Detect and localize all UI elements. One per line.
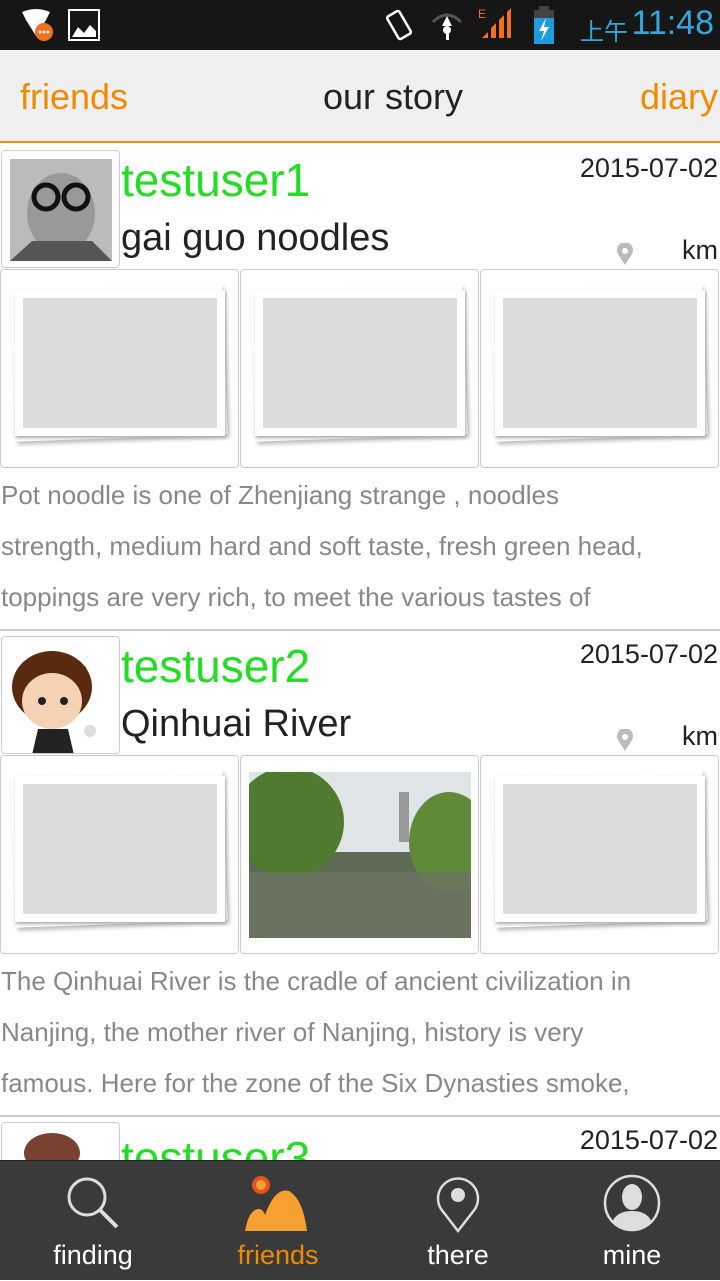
svg-text:E: E	[478, 7, 486, 21]
nav-label: finding	[53, 1240, 133, 1270]
clock: 11:48	[631, 4, 714, 42]
image-placeholder[interactable]	[480, 269, 719, 468]
username[interactable]: testuser2	[121, 643, 310, 689]
nav-finding[interactable]: finding	[3, 1161, 183, 1281]
image-placeholder[interactable]	[240, 269, 479, 468]
post-title: gai guo noodles	[121, 217, 390, 259]
avatar[interactable]	[1, 636, 120, 754]
image-placeholder[interactable]	[0, 755, 239, 954]
post-date: 2015-07-02	[579, 1125, 718, 1155]
image-row	[0, 755, 720, 954]
description-line: Pot noodle is one of Zhenjiang strange ,…	[1, 480, 559, 510]
ampm-label: 上午	[580, 19, 628, 46]
post-title: Qinhuai River	[121, 703, 352, 745]
post-description: The Qinhuai River is the cradle of ancie…	[1, 956, 720, 1109]
vibrate-icon	[385, 9, 413, 41]
wifi-icon	[431, 13, 463, 40]
description-line: Nanjing, the mother river of Nanjing, hi…	[1, 1017, 584, 1047]
post-description: Pot noodle is one of Zhenjiang strange ,…	[1, 470, 720, 623]
nav-friends[interactable]: friends	[188, 1161, 368, 1281]
nav-label: there	[427, 1240, 489, 1270]
description-line: famous. Here for the zone of the Six Dyn…	[1, 1068, 630, 1098]
battery-charging-icon	[534, 6, 554, 44]
location-pin-icon	[617, 243, 633, 265]
post-card[interactable]: testuser1 gai guo noodles 2015-07-02 km …	[0, 145, 720, 631]
image-row	[0, 269, 720, 468]
story-feed[interactable]: testuser1 gai guo noodles 2015-07-02 km …	[0, 145, 720, 1192]
distance: km	[682, 235, 718, 265]
river-photo[interactable]	[240, 755, 479, 954]
friends-tab-button[interactable]: friends	[20, 76, 128, 118]
top-bar: friends our story diary	[0, 50, 720, 143]
post-card[interactable]: testuser3 2015-07-02	[0, 1117, 720, 1192]
description-line: The Qinhuai River is the cradle of ancie…	[1, 966, 632, 996]
nav-label: friends	[237, 1240, 319, 1270]
status-bar: E 上午 11:48	[0, 0, 720, 50]
diary-button[interactable]: diary	[640, 76, 718, 118]
notification-app-icon	[22, 9, 53, 41]
page-title: our story	[323, 76, 464, 117]
location-pin-icon	[436, 1177, 480, 1234]
post-date: 2015-07-02	[579, 639, 718, 669]
friends-sun-hill-icon	[245, 1176, 307, 1231]
image-placeholder[interactable]	[0, 269, 239, 468]
nav-mine[interactable]: mine	[542, 1161, 720, 1281]
description-line: toppings are very rich, to meet the vari…	[1, 582, 591, 612]
image-notification-icon	[68, 9, 100, 41]
username[interactable]: testuser1	[121, 157, 310, 203]
post-date: 2015-07-02	[579, 153, 718, 183]
profile-icon	[603, 1174, 661, 1232]
location-pin-icon	[617, 729, 633, 751]
signal-icon: E	[478, 7, 511, 38]
image-placeholder[interactable]	[480, 755, 719, 954]
bottom-nav: finding friends there mine	[0, 1160, 720, 1280]
avatar[interactable]	[1, 150, 120, 268]
distance: km	[682, 721, 718, 751]
search-icon	[67, 1177, 119, 1229]
nav-label: mine	[602, 1240, 662, 1270]
description-line: strength, medium hard and soft taste, fr…	[1, 531, 643, 561]
post-card[interactable]: testuser2 Qinhuai River 2015-07-02 km Th…	[0, 631, 720, 1117]
nav-there[interactable]: there	[368, 1161, 548, 1281]
